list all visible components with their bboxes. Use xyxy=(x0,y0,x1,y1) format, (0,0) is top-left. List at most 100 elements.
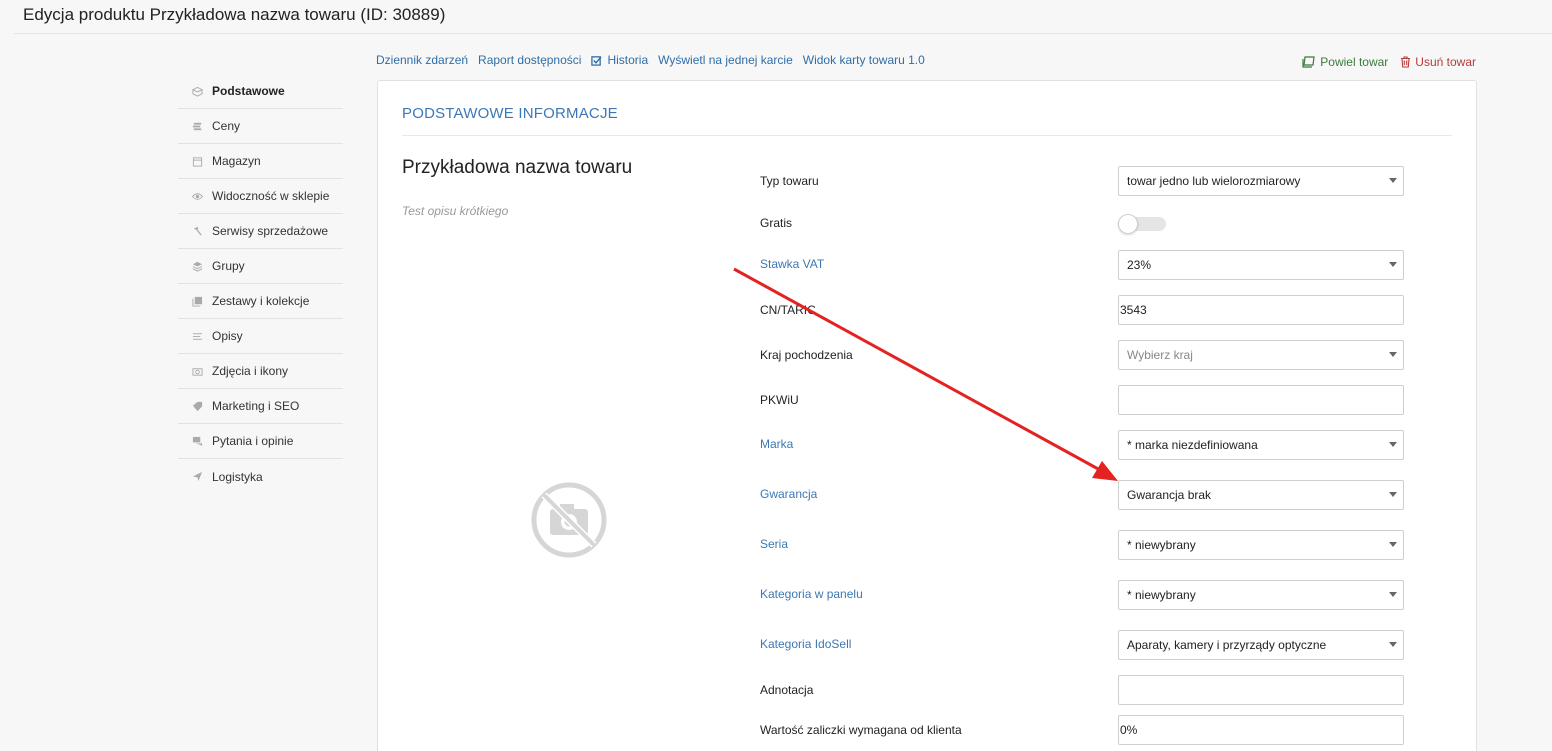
box-icon xyxy=(191,85,204,98)
vat-rate-value: 23% xyxy=(1127,258,1152,272)
sidebar-item-label: Pytania i opinie xyxy=(212,434,294,448)
chevron-down-icon xyxy=(1389,352,1397,357)
calendar-icon xyxy=(191,155,204,168)
history-link[interactable]: Historia xyxy=(591,53,648,67)
sidebar-item-label: Widoczność w sklepie xyxy=(212,189,330,203)
chevron-down-icon xyxy=(1389,642,1397,647)
eye-icon xyxy=(191,190,204,203)
pkwiu-input[interactable] xyxy=(1118,385,1404,415)
send-icon xyxy=(191,470,204,483)
sidebar-item-label: Opisy xyxy=(212,329,243,343)
gratis-toggle[interactable] xyxy=(1118,214,1166,234)
sidebar-item-widocznosc[interactable]: Widoczność w sklepie xyxy=(178,179,343,214)
series-select[interactable]: * niewybrany xyxy=(1118,530,1404,560)
page-title: Edycja produktu Przykładowa nazwa towaru… xyxy=(23,5,446,24)
idosell-category-value: Aparaty, kamery i przyrządy optyczne xyxy=(1127,638,1327,652)
cn-taric-value: 3543 xyxy=(1120,303,1147,317)
vat-rate-select[interactable]: 23% xyxy=(1118,250,1404,280)
product-card-view-label: Widok karty towaru 1.0 xyxy=(802,53,925,67)
sidebar-item-pytania[interactable]: Pytania i opinie xyxy=(178,424,343,459)
tag-icon xyxy=(191,400,204,413)
sidebar-item-ceny[interactable]: Ceny xyxy=(178,109,343,144)
sidebar-item-label: Serwisy sprzedażowe xyxy=(212,224,329,238)
copy-icon xyxy=(1302,56,1315,68)
sidebar-item-label: Grupy xyxy=(212,259,245,273)
availability-report-link[interactable]: Raport dostępności xyxy=(478,53,581,67)
sidebar-item-label: Magazyn xyxy=(212,154,261,168)
single-card-label: Wyświetl na jednej karcie xyxy=(658,53,793,67)
trash-icon xyxy=(1401,56,1411,68)
single-card-link[interactable]: Wyświetl na jednej karcie xyxy=(658,53,793,67)
series-label[interactable]: Seria xyxy=(760,537,788,551)
event-log-label: Dziennik zdarzeń xyxy=(376,53,469,67)
sidebar-item-magazyn[interactable]: Magazyn xyxy=(178,144,343,179)
product-type-value: towar jedno lub wielorozmiarowy xyxy=(1127,174,1301,188)
sidebar-item-podstawowe[interactable]: Podstawowe xyxy=(178,74,343,109)
camera-icon xyxy=(191,365,204,378)
sidebar: Podstawowe Ceny Magazyn Widoczność w skl… xyxy=(178,74,343,494)
chevron-down-icon xyxy=(1389,262,1397,267)
availability-report-label: Raport dostępności xyxy=(478,53,582,67)
sidebar-item-label: Podstawowe xyxy=(212,84,285,98)
lines-icon xyxy=(191,330,204,343)
panel-category-label[interactable]: Kategoria w panelu xyxy=(760,587,863,601)
short-description: Test opisu krótkiego xyxy=(402,204,509,218)
no-photo-icon[interactable] xyxy=(530,481,608,559)
history-label: Historia xyxy=(607,53,649,67)
idosell-category-select[interactable]: Aparaty, kamery i przyrządy optyczne xyxy=(1118,630,1404,660)
sidebar-item-logistyka[interactable]: Logistyka xyxy=(178,459,343,494)
stack-icon xyxy=(191,295,204,308)
panel-category-value: * niewybrany xyxy=(1127,588,1196,602)
series-value: * niewybrany xyxy=(1127,538,1196,552)
country-of-origin-select[interactable]: Wybierz kraj xyxy=(1118,340,1404,370)
cn-taric-label: CN/TARIC xyxy=(760,303,816,317)
sidebar-item-label: Zdjęcia i ikony xyxy=(212,364,289,378)
chevron-down-icon xyxy=(1389,592,1397,597)
duplicate-product-label: Powiel towar xyxy=(1320,55,1389,69)
hammer-icon xyxy=(191,225,204,238)
chevron-down-icon xyxy=(1389,442,1397,447)
country-of-origin-label: Kraj pochodzenia xyxy=(760,348,853,362)
delete-product-button[interactable]: Usuń towar xyxy=(1400,55,1476,69)
sidebar-item-opisy[interactable]: Opisy xyxy=(178,319,343,354)
annotation-label: Adnotacja xyxy=(760,683,814,697)
vat-rate-label[interactable]: Stawka VAT xyxy=(760,257,824,271)
panel-category-select[interactable]: * niewybrany xyxy=(1118,580,1404,610)
chevron-down-icon xyxy=(1389,492,1397,497)
warranty-label[interactable]: Gwarancja xyxy=(760,487,817,501)
gratis-label: Gratis xyxy=(760,216,793,230)
product-card-view-link[interactable]: Widok karty towaru 1.0 xyxy=(803,53,925,67)
country-placeholder: Wybierz kraj xyxy=(1127,348,1193,362)
toggle-knob xyxy=(1118,214,1138,234)
checkbox-icon xyxy=(591,55,603,66)
deposit-input[interactable]: 0% xyxy=(1118,715,1404,745)
sidebar-item-label: Ceny xyxy=(212,119,241,133)
sidebar-item-label: Marketing i SEO xyxy=(212,399,300,413)
duplicate-product-button[interactable]: Powiel towar xyxy=(1302,55,1388,69)
annotation-input[interactable] xyxy=(1118,675,1404,705)
cn-taric-input[interactable]: 3543 xyxy=(1118,295,1404,325)
layers-icon xyxy=(191,260,204,273)
brand-label[interactable]: Marka xyxy=(760,437,793,451)
chevron-down-icon xyxy=(1389,542,1397,547)
pkwiu-label: PKWiU xyxy=(760,393,799,407)
sidebar-item-grupy[interactable]: Grupy xyxy=(178,249,343,284)
brand-select[interactable]: * marka niezdefiniowana xyxy=(1118,430,1404,460)
sidebar-item-marketing[interactable]: Marketing i SEO xyxy=(178,389,343,424)
sidebar-item-zestawy[interactable]: Zestawy i kolekcje xyxy=(178,284,343,319)
basic-info-card: PODSTAWOWE INFORMACJE Przykładowa nazwa … xyxy=(377,80,1477,751)
brand-value: * marka niezdefiniowana xyxy=(1127,438,1258,452)
product-type-label: Typ towaru xyxy=(760,174,819,188)
warranty-value: Gwarancja brak xyxy=(1127,488,1212,502)
section-title: PODSTAWOWE INFORMACJE xyxy=(402,105,618,122)
sidebar-item-serwisy[interactable]: Serwisy sprzedażowe xyxy=(178,214,343,249)
product-name: Przykładowa nazwa towaru xyxy=(402,157,633,178)
product-type-select[interactable]: towar jedno lub wielorozmiarowy xyxy=(1118,166,1404,196)
event-log-link[interactable]: Dziennik zdarzeń xyxy=(376,53,468,67)
product-actions: Powiel towar Usuń towar xyxy=(1302,55,1476,69)
sidebar-item-zdjecia[interactable]: Zdjęcia i ikony xyxy=(178,354,343,389)
warranty-select[interactable]: Gwarancja brak xyxy=(1118,480,1404,510)
toolbar-links: Dziennik zdarzeń Raport dostępności Hist… xyxy=(376,53,935,67)
chat-icon xyxy=(191,435,204,448)
idosell-category-label[interactable]: Kategoria IdoSell xyxy=(760,637,851,651)
